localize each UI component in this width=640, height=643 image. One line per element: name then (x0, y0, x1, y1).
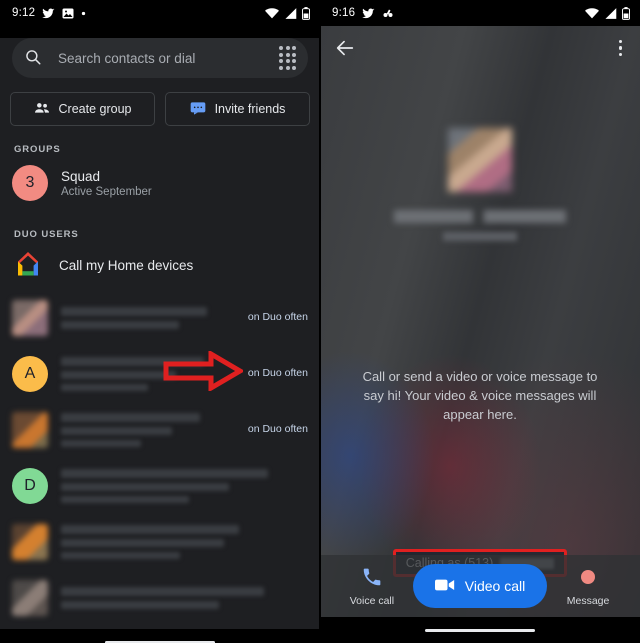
search-input[interactable]: Search contacts or dial (58, 51, 273, 66)
battery-icon (622, 6, 631, 20)
photo-icon (62, 8, 74, 19)
list-item[interactable]: on Duo often (0, 290, 320, 346)
status-badge: on Duo often (247, 311, 308, 324)
avatar: A (12, 356, 48, 392)
list-item[interactable]: A on Duo often (0, 346, 320, 402)
app-icon (382, 7, 394, 19)
avatar: D (12, 468, 48, 504)
list-item[interactable] (0, 514, 320, 570)
contact-name-redacted (61, 587, 308, 609)
search-bar[interactable]: Search contacts or dial (12, 38, 308, 78)
detail-action-bar: Voice call Video call Message (320, 555, 640, 617)
avatar (12, 580, 48, 616)
voice-call-button[interactable]: Voice call (333, 565, 411, 607)
cellular-signal-icon (604, 7, 617, 19)
list-item[interactable]: D (0, 458, 320, 514)
avatar (448, 128, 512, 192)
list-item[interactable] (0, 570, 320, 626)
right-screen-body: Call or send a video or voice message to… (320, 26, 640, 643)
overflow-menu-icon[interactable] (615, 36, 627, 61)
contact-name-redacted (61, 525, 308, 559)
avatar (12, 300, 48, 336)
left-screen-body: Search contacts or dial Create group Inv… (0, 38, 320, 643)
list-item[interactable]: on Duo often (0, 402, 320, 458)
right-status-bar: 9:16 (320, 0, 640, 26)
record-dot-icon (581, 565, 596, 589)
contact-name-redacted (61, 469, 308, 503)
video-call-pill[interactable]: Video call (412, 564, 548, 608)
home-devices-row[interactable]: Call my Home devices (0, 240, 320, 290)
people-group-icon (34, 101, 50, 117)
profile-block (320, 128, 640, 241)
voice-call-label: Voice call (349, 595, 395, 607)
phone-icon (361, 565, 383, 589)
cellular-signal-icon (284, 7, 297, 19)
profile-subtitle-redacted (443, 232, 517, 241)
status-clock: 9:16 (332, 7, 356, 19)
dialpad-icon[interactable] (279, 46, 296, 70)
battery-icon (302, 6, 311, 20)
quick-actions-row: Create group Invite friends (10, 92, 310, 126)
create-group-label: Create group (58, 102, 132, 116)
annotation-red-arrow-icon (163, 349, 245, 393)
search-icon (24, 48, 44, 68)
status-clock: 9:12 (12, 7, 36, 19)
group-avatar-badge: 3 (12, 165, 48, 201)
contact-name-redacted (61, 307, 235, 329)
groups-section-header: GROUPS (14, 144, 61, 155)
status-badge: on Duo often (247, 367, 308, 380)
left-screen-contacts-list: 9:12 Search contacts or dial Create grou… (0, 0, 320, 643)
twitter-bird-icon (362, 7, 375, 20)
contact-name-redacted (61, 413, 235, 447)
avatar (12, 524, 48, 560)
dual-screenshot-container: 9:12 Search contacts or dial Create grou… (0, 0, 640, 643)
duo-users-section-header: DUO USERS (14, 229, 79, 240)
invite-friends-button[interactable]: Invite friends (165, 92, 310, 126)
create-group-button[interactable]: Create group (10, 92, 155, 126)
home-devices-texts: Call my Home devices (59, 258, 308, 273)
video-call-label: Video call (464, 578, 526, 594)
wifi-icon (585, 7, 599, 19)
twitter-bird-icon (42, 7, 55, 20)
gesture-nav-bar[interactable] (320, 617, 640, 643)
message-label: Message (566, 595, 610, 607)
group-row-texts: Squad Active September (61, 169, 308, 198)
status-badge: on Duo often (247, 423, 308, 436)
detail-top-bar (320, 26, 640, 70)
screen-divider (319, 0, 321, 643)
profile-name-redacted (394, 210, 566, 223)
home-devices-label: Call my Home devices (59, 257, 194, 273)
dot-icon (81, 11, 86, 16)
empty-state-hint: Call or send a video or voice message to… (362, 369, 598, 422)
group-name: Squad (61, 168, 101, 184)
group-row-squad[interactable]: 3 Squad Active September (0, 155, 320, 211)
wifi-icon (265, 7, 279, 19)
google-home-icon (12, 250, 46, 280)
invite-friends-label: Invite friends (214, 102, 286, 116)
avatar (12, 412, 48, 448)
gesture-nav-bar[interactable] (0, 629, 320, 643)
message-button[interactable]: Message (549, 565, 627, 607)
video-camera-icon (434, 578, 455, 595)
group-subtitle: Active September (61, 185, 152, 198)
video-call-button[interactable]: Video call (412, 564, 548, 608)
left-status-bar: 9:12 (0, 0, 320, 26)
message-bubble-icon (190, 101, 206, 117)
right-screen-contact-detail: 9:16 Call or send a video or voice messa… (320, 0, 640, 643)
back-arrow-icon[interactable] (334, 37, 356, 59)
